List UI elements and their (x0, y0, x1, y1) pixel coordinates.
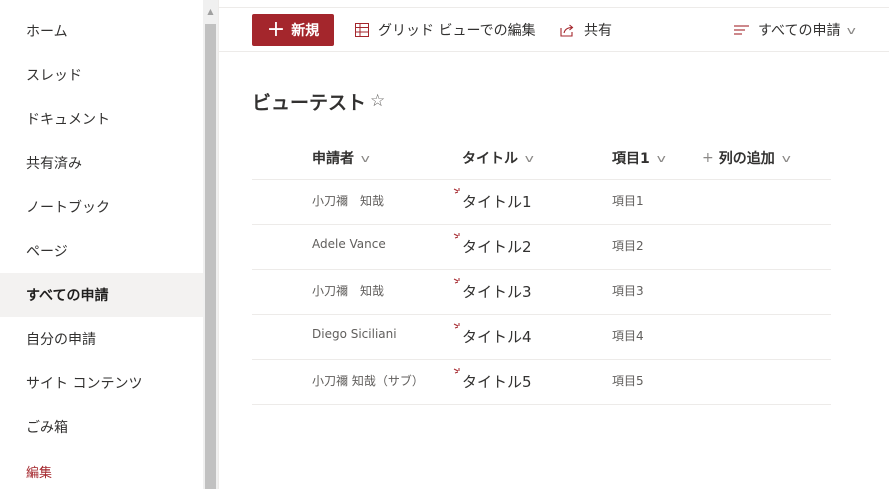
grid-icon (355, 23, 369, 37)
nav-item-recycle-bin[interactable]: ごみ箱 (0, 405, 203, 449)
row-divider (252, 314, 831, 315)
nav-item-site-contents[interactable]: サイト コンテンツ (0, 361, 203, 405)
grid-view-edit-label: グリッド ビューでの編集 (378, 23, 536, 39)
plus-icon: + (266, 17, 286, 42)
nav-item-home[interactable]: ホーム (0, 9, 203, 53)
column-header-requester[interactable]: 申請者 v (312, 144, 370, 172)
share-icon (560, 24, 574, 37)
chevron-down-icon: v (847, 23, 857, 37)
nav-item-shared[interactable]: 共有済み (0, 141, 203, 185)
view-selector-label: すべての申請 (758, 23, 841, 39)
nav-item-pages[interactable]: ページ (0, 229, 203, 273)
column-header-item1[interactable]: 項目1 v (612, 144, 666, 172)
requester-cell: 小刀禰 知哉 (312, 284, 385, 298)
item1-cell: 項目3 (612, 284, 644, 298)
add-column-label: 列の追加 (718, 151, 775, 167)
nav-item-documents[interactable]: ドキュメント (0, 97, 203, 141)
new-button[interactable]: + 新規 (252, 14, 334, 46)
chevron-down-icon: v (524, 151, 534, 165)
scroll-up-arrow-icon[interactable]: ▲ (203, 0, 218, 22)
item1-cell: 項目4 (612, 329, 644, 343)
chevron-down-icon: v (360, 151, 370, 165)
sidebar-scrollbar[interactable]: ▲ (203, 0, 218, 489)
item1-cell: 項目2 (612, 239, 644, 253)
column-header-title[interactable]: タイトル v (462, 144, 534, 172)
row-divider (252, 269, 831, 270)
chevron-down-icon: v (656, 151, 666, 165)
share-label: 共有 (584, 23, 612, 39)
title-link[interactable]: タイトル1 (462, 191, 532, 212)
requester-cell: Diego Siciliani (312, 327, 397, 341)
plus-icon: + (702, 150, 714, 166)
add-column-button[interactable]: + 列の追加 v (702, 144, 791, 172)
title-link[interactable]: タイトル2 (462, 236, 532, 257)
chevron-down-icon: v (781, 151, 791, 165)
row-divider (252, 359, 831, 360)
nav-item-threads[interactable]: スレッド (0, 53, 203, 97)
scrollbar-thumb[interactable] (205, 24, 216, 489)
nav-item-my-requests[interactable]: 自分の申請 (0, 317, 203, 361)
view-selector[interactable]: すべての申請 v (733, 14, 857, 46)
column-header-label: 申請者 (312, 151, 354, 167)
row-divider (252, 404, 831, 405)
title-link[interactable]: タイトル3 (462, 281, 532, 302)
nav-edit-link[interactable]: 編集 (0, 449, 203, 493)
page-title: ビューテスト (252, 92, 367, 114)
view-list-icon (734, 25, 749, 35)
item1-cell: 項目5 (612, 374, 644, 388)
main-divider (218, 0, 219, 489)
row-divider (252, 179, 831, 180)
column-header-label: 項目1 (612, 151, 650, 167)
item1-cell: 項目1 (612, 194, 644, 208)
title-link[interactable]: タイトル5 (462, 371, 532, 392)
favorite-star-icon[interactable]: ☆ (370, 91, 385, 111)
row-divider (252, 224, 831, 225)
requester-cell: 小刀禰 知哉 (312, 194, 385, 208)
new-button-label: 新規 (291, 23, 320, 39)
share-button[interactable]: 共有 (559, 14, 612, 46)
grid-view-edit-button[interactable]: グリッド ビューでの編集 (354, 14, 536, 46)
requester-cell: Adele Vance (312, 237, 386, 251)
nav-item-all-requests[interactable]: すべての申請 (0, 273, 203, 317)
nav-item-notebook[interactable]: ノートブック (0, 185, 203, 229)
requester-cell: 小刀禰 知哉（サブ） (312, 374, 424, 388)
left-navigation: ホーム スレッド ドキュメント 共有済み ノートブック ページ すべての申請 自… (0, 0, 203, 489)
title-link[interactable]: タイトル4 (462, 326, 532, 347)
column-header-label: タイトル (462, 151, 518, 167)
